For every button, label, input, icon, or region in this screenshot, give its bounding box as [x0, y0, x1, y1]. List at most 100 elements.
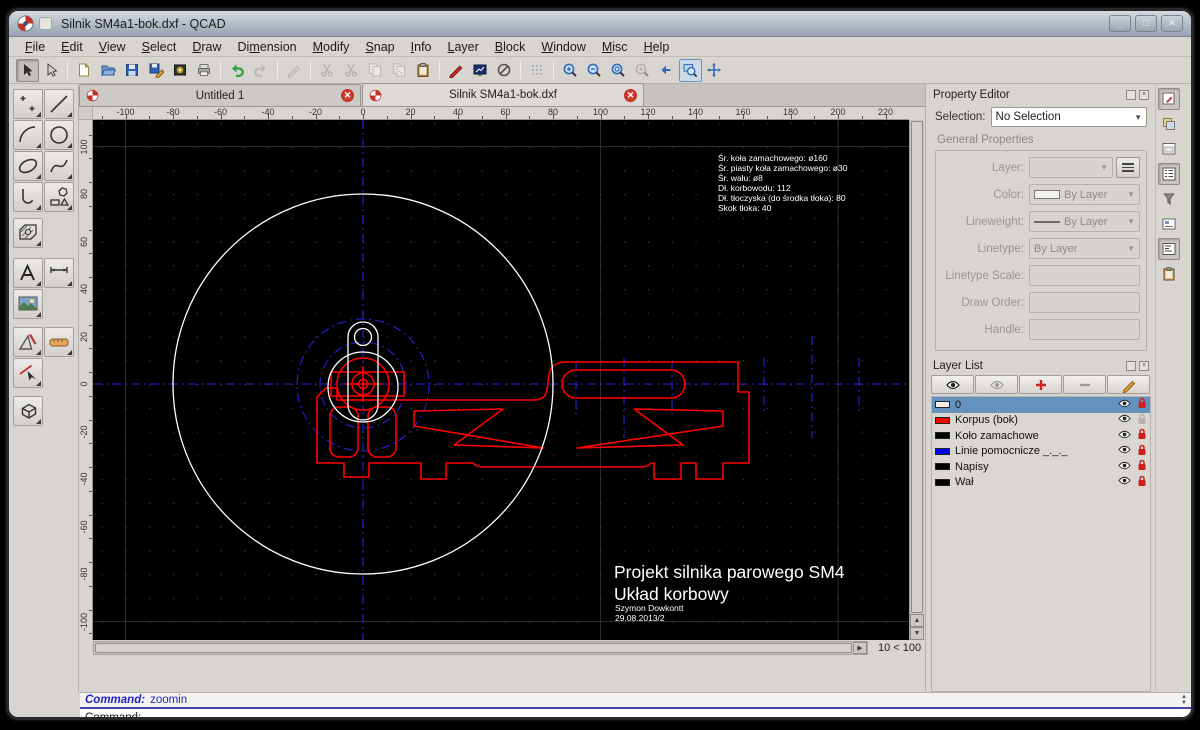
draw-off-button[interactable] — [493, 59, 516, 82]
hatch-tool-button[interactable] — [13, 218, 43, 248]
layer-row[interactable]: Wał — [932, 475, 1150, 491]
spline-tool-button[interactable] — [44, 151, 74, 181]
measure-tool-button[interactable] — [13, 327, 43, 357]
menu-layer[interactable]: Layer — [440, 38, 487, 56]
maximize-button[interactable]: □ — [1135, 15, 1157, 32]
tab-untitled[interactable]: Untitled 1✕ — [79, 84, 361, 106]
selection-combobox[interactable]: No Selection ▼ — [991, 107, 1147, 127]
layer-row[interactable]: Napisy — [932, 459, 1150, 475]
screen-info-button[interactable] — [469, 59, 492, 82]
hscroll-thumb[interactable] — [95, 643, 852, 653]
linetype-combobox[interactable]: By Layer▼ — [1029, 238, 1140, 259]
menu-snap[interactable]: Snap — [357, 38, 402, 56]
layer-visibility-eye-icon[interactable] — [1118, 414, 1131, 426]
dock-filter-toggle[interactable] — [1158, 188, 1180, 210]
menu-window[interactable]: Window — [533, 38, 593, 56]
layer-lock-icon[interactable] — [1137, 459, 1147, 474]
menu-dimension[interactable]: Dimension — [230, 38, 305, 56]
dimension-tool-button[interactable] — [44, 258, 74, 288]
copy-button[interactable] — [364, 59, 387, 82]
ellipse-tool-button[interactable] — [13, 151, 43, 181]
scroll-up-icon[interactable]: ▲ — [910, 614, 924, 627]
minimize-button[interactable]: _ — [1109, 15, 1131, 32]
box3d-tool-button[interactable] — [13, 396, 43, 426]
scroll-right-icon[interactable]: ▶ — [853, 642, 867, 654]
vscroll-thumb[interactable] — [911, 121, 923, 613]
panel-float-icon[interactable] — [1126, 90, 1136, 100]
panel-close-icon[interactable]: × — [1139, 361, 1149, 371]
new-file-button[interactable] — [73, 59, 96, 82]
layer-lock-icon[interactable] — [1137, 475, 1147, 490]
color-combobox[interactable]: By Layer▼ — [1029, 184, 1140, 205]
paste-button[interactable] — [412, 59, 435, 82]
history-scroll-icons[interactable]: ▲▼ — [1181, 695, 1187, 706]
polyline-tool-button[interactable] — [13, 182, 43, 212]
layer-row[interactable]: 0 — [932, 397, 1150, 413]
layer-visibility-eye-icon[interactable] — [1118, 399, 1131, 411]
layer-visibility-eye-icon[interactable] — [1118, 445, 1131, 457]
dock-clipboard-toggle[interactable] — [1158, 263, 1180, 285]
add-layer-button[interactable] — [1019, 375, 1062, 394]
layer-lock-icon[interactable] — [1137, 397, 1147, 412]
title-bar[interactable]: Silnik SM4a1-bok.dxf - QCAD _ □ × — [9, 11, 1191, 37]
dock-block-list-toggle[interactable] — [1158, 213, 1180, 235]
draw-order-input[interactable] — [1029, 292, 1140, 313]
scroll-down-icon[interactable]: ▼ — [910, 627, 924, 640]
layer-lock-icon[interactable] — [1137, 444, 1147, 459]
menu-edit[interactable]: Edit — [53, 38, 91, 56]
dock-preview-toggle[interactable] — [1158, 138, 1180, 160]
layer-lock-icon[interactable] — [1137, 413, 1147, 428]
menu-misc[interactable]: Misc — [594, 38, 636, 56]
layer-row[interactable]: Koło zamachowe — [932, 428, 1150, 444]
selection-pointer-button[interactable] — [16, 59, 39, 82]
pan-button[interactable] — [703, 59, 726, 82]
zoom-auto-button[interactable] — [607, 59, 630, 82]
layer-visibility-eye-icon[interactable] — [1118, 430, 1131, 442]
layer-visibility-eye-icon[interactable] — [1118, 461, 1131, 473]
menu-select[interactable]: Select — [134, 38, 185, 56]
show-all-layers-button[interactable] — [931, 375, 974, 394]
circle-tool-button[interactable] — [44, 120, 74, 150]
layer-visibility-eye-icon[interactable] — [1118, 476, 1131, 488]
layer-combobox[interactable]: ▼ — [1029, 157, 1113, 178]
zoom-out-button[interactable] — [583, 59, 606, 82]
dock-selection-toggle[interactable] — [1158, 113, 1180, 135]
deselect-pointer-button[interactable] — [40, 59, 63, 82]
layer-menu-icon[interactable] — [1116, 157, 1140, 178]
layer-row[interactable]: Korpus (bok) — [932, 413, 1150, 429]
menu-file[interactable]: File — [17, 38, 53, 56]
close-button[interactable]: × — [1161, 15, 1183, 32]
print-button[interactable] — [193, 59, 216, 82]
menu-draw[interactable]: Draw — [184, 38, 229, 56]
menu-help[interactable]: Help — [636, 38, 678, 56]
open-file-button[interactable] — [97, 59, 120, 82]
linetype-scale-input[interactable] — [1029, 265, 1140, 286]
zoom-in-2-button[interactable] — [631, 59, 654, 82]
zoom-in-button[interactable] — [559, 59, 582, 82]
tab-document[interactable]: Silnik SM4a1-bok.dxf✕ — [362, 83, 644, 106]
text-tool-button[interactable] — [13, 258, 43, 288]
layer-row[interactable]: Linie pomocnicze _._._ — [932, 444, 1150, 460]
remove-layer-button[interactable] — [1063, 375, 1106, 394]
zoom-previous-button[interactable] — [655, 59, 678, 82]
dock-command-line-toggle[interactable] — [1158, 238, 1180, 260]
cut-ref-button[interactable] — [340, 59, 363, 82]
redo-button[interactable] — [250, 59, 273, 82]
cut-button[interactable] — [316, 59, 339, 82]
arc-tool-button[interactable] — [13, 120, 43, 150]
tab-close-icon[interactable]: ✕ — [624, 89, 637, 102]
draw-pen-button[interactable] — [283, 59, 306, 82]
copy-ref-button[interactable] — [388, 59, 411, 82]
shape-tool-button[interactable] — [44, 182, 74, 212]
vertical-scrollbar[interactable]: ▲ ▼ — [909, 120, 924, 640]
show-active-layer-button[interactable] — [975, 375, 1018, 394]
panel-close-icon[interactable]: × — [1139, 90, 1149, 100]
menu-modify[interactable]: Modify — [305, 38, 358, 56]
undo-button[interactable] — [226, 59, 249, 82]
edit-layer-button[interactable] — [1107, 375, 1150, 394]
save-as-button[interactable] — [145, 59, 168, 82]
modify-tool-button[interactable] — [13, 358, 43, 388]
horizontal-scrollbar[interactable]: ▶ — [93, 641, 868, 655]
line-tool-button[interactable] — [44, 89, 74, 119]
rulertool-tool-button[interactable] — [44, 327, 74, 357]
